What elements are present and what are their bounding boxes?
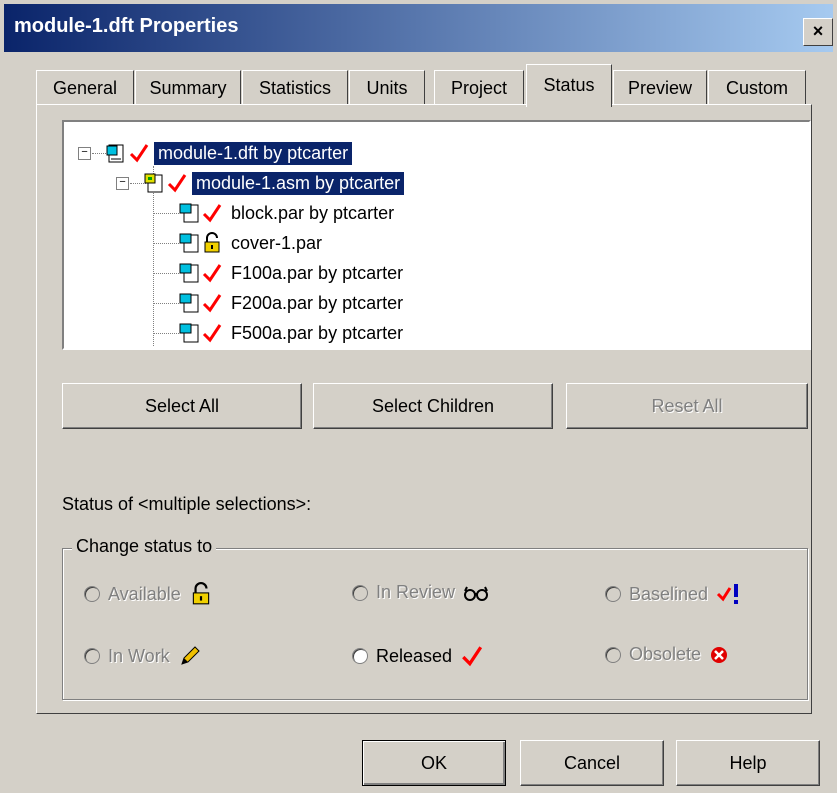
status-tab-panel: [36, 104, 812, 714]
tab-statistics[interactable]: Statistics: [242, 70, 348, 105]
tab-summary[interactable]: Summary: [135, 70, 241, 105]
close-button[interactable]: ×: [803, 18, 833, 46]
ok-button[interactable]: OK: [362, 740, 506, 786]
help-button[interactable]: Help: [676, 740, 820, 786]
tab-custom[interactable]: Custom: [708, 70, 806, 105]
tab-status[interactable]: Status: [526, 64, 612, 107]
tab-project[interactable]: Project: [434, 70, 524, 105]
tab-general[interactable]: General: [36, 70, 134, 105]
window-title: module-1.dft Properties: [14, 15, 239, 37]
ok-label: OK: [420, 753, 447, 773]
title-bar[interactable]: module-1.dft Properties ×: [4, 4, 833, 52]
tab-units[interactable]: Units: [349, 70, 425, 105]
cancel-button[interactable]: Cancel: [520, 740, 664, 786]
cancel-label: Cancel: [563, 753, 621, 773]
properties-dialog: module-1.dft Properties × General Summar…: [0, 0, 837, 793]
help-label: Help: [729, 753, 767, 773]
tab-preview[interactable]: Preview: [613, 70, 707, 105]
